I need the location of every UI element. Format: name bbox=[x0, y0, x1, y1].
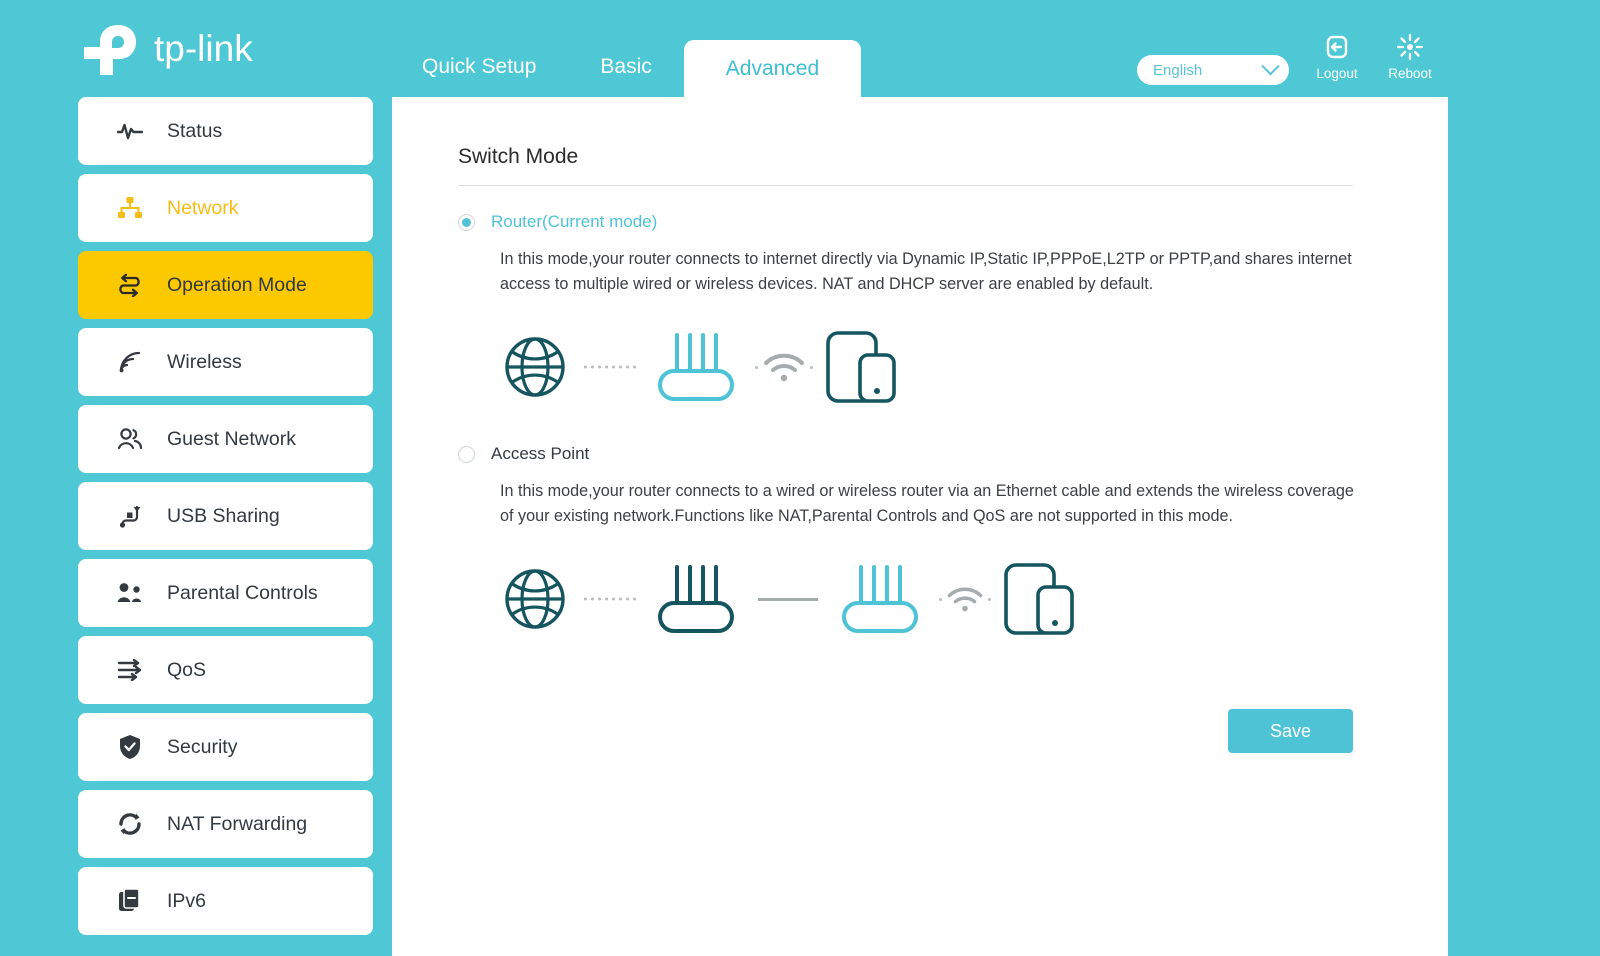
shield-check-icon bbox=[113, 732, 147, 762]
reboot-icon bbox=[1375, 32, 1445, 62]
mode-option-router: Router(Current mode) In this mode,your r… bbox=[458, 212, 1358, 415]
mode-option-access-point: Access Point In this mode,your router co… bbox=[458, 444, 1358, 647]
network-tree-icon bbox=[113, 193, 147, 223]
ethernet-cable-connection bbox=[758, 597, 818, 601]
tp-link-mark-icon bbox=[84, 25, 136, 75]
logout-icon bbox=[1302, 32, 1372, 62]
sliders-arrows-icon bbox=[113, 655, 147, 685]
sidebar-item-guest-network[interactable]: Guest Network bbox=[78, 405, 373, 473]
reboot-button[interactable]: Reboot bbox=[1375, 32, 1445, 81]
sidebar-item-label: Parental Controls bbox=[167, 581, 318, 604]
page-title: Switch Mode bbox=[458, 145, 579, 168]
content-panel: Switch Mode Router(Current mode) In this… bbox=[392, 97, 1448, 956]
language-value: English bbox=[1153, 61, 1203, 79]
sidebar-item-label: Security bbox=[167, 735, 238, 758]
save-button[interactable]: Save bbox=[1228, 709, 1353, 753]
radio-router[interactable] bbox=[458, 213, 475, 231]
dotted-connection bbox=[582, 365, 636, 369]
globe-icon bbox=[500, 564, 570, 634]
tab-quick-setup[interactable]: Quick Setup bbox=[390, 37, 568, 97]
sidebar-item-status[interactable]: Status bbox=[78, 97, 373, 165]
ap-router-icon bbox=[832, 561, 928, 637]
sidebar-item-usb-sharing[interactable]: USB Sharing bbox=[78, 482, 373, 550]
router-mode-diagram bbox=[500, 319, 1358, 415]
sidebar-item-label: NAT Forwarding bbox=[167, 812, 308, 835]
client-device-icon bbox=[1002, 561, 1076, 637]
document-icon bbox=[113, 886, 147, 916]
client-device-icon bbox=[824, 329, 898, 405]
sidebar-menu: Status Network Operation Mode Wireless G… bbox=[78, 97, 373, 956]
svg-text:tp-link: tp-link bbox=[154, 28, 253, 69]
wireless-signal-icon bbox=[113, 347, 147, 377]
wifi-dot-right bbox=[988, 597, 991, 601]
wifi-connection bbox=[936, 584, 994, 614]
title-divider bbox=[458, 185, 1353, 186]
chevron-down-icon bbox=[1261, 56, 1280, 75]
router-mode-label: Router(Current mode) bbox=[491, 212, 658, 231]
sidebar-item-label: Operation Mode bbox=[167, 273, 307, 296]
radio-access-point[interactable] bbox=[458, 445, 475, 463]
tp-link-wordmark: tp-link bbox=[154, 28, 253, 69]
refresh-circle-icon bbox=[113, 809, 147, 839]
router-mode-description: In this mode,your router connects to int… bbox=[500, 250, 1352, 293]
language-selector[interactable]: English bbox=[1137, 55, 1289, 85]
reboot-label: Reboot bbox=[1388, 66, 1432, 81]
sidebar-item-label: Status bbox=[167, 119, 223, 142]
tab-basic[interactable]: Basic bbox=[568, 37, 683, 97]
wifi-dot-left bbox=[755, 365, 758, 369]
sidebar-item-label: Wireless bbox=[167, 350, 242, 373]
sidebar-item-label: Network bbox=[167, 196, 239, 219]
ap-mode-label: Access Point bbox=[491, 444, 590, 463]
sidebar-item-ipv6[interactable]: IPv6 bbox=[78, 867, 373, 935]
wifi-icon bbox=[947, 587, 983, 612]
sidebar-item-parental-controls[interactable]: Parental Controls bbox=[78, 559, 373, 627]
logout-label: Logout bbox=[1316, 66, 1358, 81]
pulse-icon bbox=[113, 116, 147, 146]
main-nav-tabs: Quick Setup Basic Advanced bbox=[390, 0, 862, 97]
sidebar-item-qos[interactable]: QoS bbox=[78, 636, 373, 704]
dotted-connection bbox=[582, 597, 636, 601]
upstream-router-icon bbox=[648, 561, 744, 637]
parent-child-icon bbox=[113, 578, 147, 608]
sidebar-item-label: QoS bbox=[167, 658, 207, 681]
wifi-dot-left bbox=[939, 597, 942, 601]
sidebar-item-operation-mode[interactable]: Operation Mode bbox=[78, 251, 373, 319]
wifi-icon bbox=[764, 353, 804, 382]
sidebar-item-security[interactable]: Security bbox=[78, 713, 373, 781]
sidebar-item-label: IPv6 bbox=[167, 889, 207, 912]
router-device-icon bbox=[648, 329, 744, 405]
wifi-dot-right bbox=[810, 365, 813, 369]
logout-button[interactable]: Logout bbox=[1302, 32, 1372, 81]
tp-link-logo: tp-link bbox=[78, 22, 338, 78]
sidebar-item-label: Guest Network bbox=[167, 427, 296, 450]
sidebar-item-network[interactable]: Network bbox=[78, 174, 373, 242]
sidebar-item-nat-forwarding[interactable]: NAT Forwarding bbox=[78, 790, 373, 858]
sidebar-item-wireless[interactable]: Wireless bbox=[78, 328, 373, 396]
sidebar-item-label: USB Sharing bbox=[167, 504, 280, 527]
wifi-connection bbox=[752, 350, 816, 384]
tab-advanced[interactable]: Advanced bbox=[683, 40, 862, 97]
globe-icon bbox=[500, 332, 570, 402]
ap-mode-diagram bbox=[500, 551, 1358, 647]
app-header: tp-link Quick Setup Basic Advanced Engli… bbox=[0, 0, 1600, 97]
swap-arrows-icon bbox=[113, 270, 147, 300]
ap-mode-description: In this mode,your router connects to a w… bbox=[500, 482, 1354, 525]
usb-icon bbox=[113, 501, 147, 531]
router-mode-header[interactable]: Router(Current mode) bbox=[458, 212, 1358, 232]
ap-mode-header[interactable]: Access Point bbox=[458, 444, 1358, 464]
people-icon bbox=[113, 424, 147, 454]
